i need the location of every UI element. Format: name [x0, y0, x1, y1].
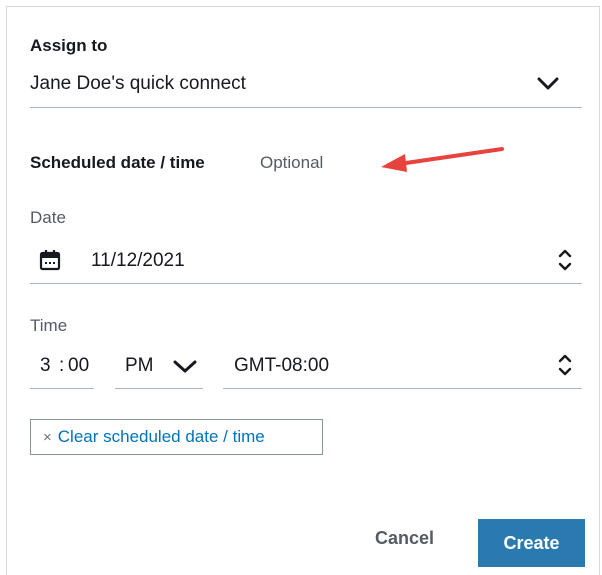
minute-input[interactable]: 00 — [68, 355, 89, 377]
schedule-dialog: Assign to Jane Doe's quick connect Sched… — [6, 6, 600, 575]
close-icon: × — [43, 428, 52, 446]
assign-to-value[interactable]: Jane Doe's quick connect — [30, 73, 246, 95]
date-underline — [30, 283, 582, 284]
clear-scheduled-date-time-button[interactable]: × Clear scheduled date / time — [30, 419, 323, 455]
date-label: Date — [30, 208, 66, 227]
chevron-down-icon[interactable] — [537, 77, 559, 91]
time-label: Time — [30, 316, 68, 335]
up-down-chevron-icon[interactable] — [557, 352, 573, 378]
assign-to-label: Assign to — [30, 36, 108, 55]
up-down-chevron-icon[interactable] — [557, 247, 573, 273]
cancel-button[interactable]: Cancel — [375, 528, 434, 549]
date-input[interactable]: 11/12/2021 — [91, 250, 185, 272]
hour-minute-underline — [30, 388, 94, 389]
chevron-down-icon[interactable] — [173, 360, 197, 374]
ampm-underline — [115, 388, 203, 389]
ampm-select[interactable]: PM — [125, 355, 154, 377]
timezone-underline — [223, 388, 582, 389]
hour-input[interactable]: 3 — [40, 355, 51, 377]
create-button[interactable]: Create — [478, 519, 585, 567]
assign-to-underline — [30, 107, 582, 108]
optional-label: Optional — [260, 153, 324, 172]
red-arrow-icon — [381, 147, 504, 172]
calendar-icon — [39, 250, 61, 271]
scheduled-date-time-heading: Scheduled date / time — [30, 153, 205, 172]
time-separator: : — [59, 355, 65, 376]
timezone-input[interactable]: GMT-08:00 — [234, 355, 329, 377]
clear-button-label: Clear scheduled date / time — [57, 427, 265, 446]
